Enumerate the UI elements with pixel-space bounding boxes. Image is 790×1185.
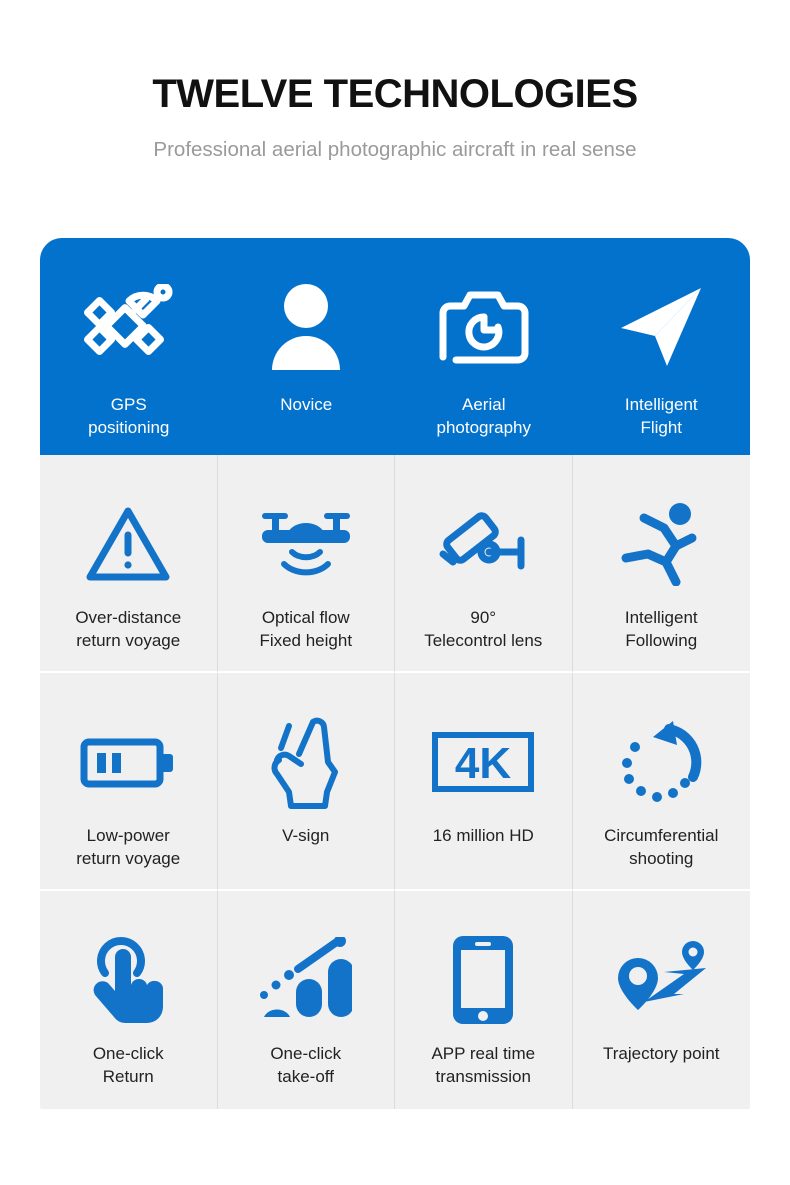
person-novice-icon	[266, 278, 346, 376]
feature-cell-novice[interactable]: Novice	[218, 238, 396, 455]
paper-plane-icon	[615, 278, 707, 376]
drone-optical-flow-icon	[258, 495, 354, 593]
svg-text:4K: 4K	[455, 739, 511, 788]
feature-label: GPS positioning	[88, 395, 170, 437]
feature-label: Intelligent Flight	[624, 395, 698, 437]
feature-cell-aerial-photography[interactable]: Aerial photography	[395, 238, 573, 455]
warning-triangle-icon	[85, 495, 171, 593]
feature-label: Novice	[280, 395, 333, 414]
feature-label: 90° Telecontrol lens	[424, 608, 543, 650]
feature-cell-intelligent-flight[interactable]: Intelligent Flight	[573, 238, 751, 455]
feature-label: Intelligent Following	[624, 608, 698, 650]
circular-dotted-arrow-icon	[617, 713, 705, 811]
feature-label: One-click Return	[92, 1044, 164, 1086]
feature-grid-header-row: GPS positioning Novice Aerial photograph…	[40, 238, 750, 455]
feature-label: APP real time transmission	[431, 1044, 536, 1086]
feature-grid-body: Over-distance return voyage Optical flow…	[40, 455, 750, 1109]
feature-cell-over-distance-return[interactable]: Over-distance return voyage	[40, 455, 218, 673]
running-person-icon	[618, 495, 704, 593]
feature-cell-one-click-take-off[interactable]: One-click take-off	[217, 891, 395, 1109]
feature-label: 16 million HD	[432, 826, 534, 845]
feature-label: One-click take-off	[270, 1044, 342, 1086]
feature-label: Optical flow Fixed height	[259, 608, 353, 650]
feature-label: Low-power return voyage	[76, 826, 181, 868]
tap-hand-icon	[85, 931, 171, 1029]
feature-label: V-sign	[282, 826, 330, 845]
camera-icon	[436, 278, 532, 376]
four-k-badge-icon: 4K	[431, 713, 535, 811]
feature-label: Over-distance return voyage	[75, 608, 182, 650]
feature-cell-v-sign[interactable]: V-sign	[217, 673, 395, 891]
feature-cell-one-click-return[interactable]: One-click Return	[40, 891, 218, 1109]
heading-block: TWELVE TECHNOLOGIES Professional aerial …	[0, 0, 790, 161]
page-subtitle: Professional aerial photographic aircraf…	[153, 138, 637, 161]
feature-cell-gps-positioning[interactable]: GPS positioning	[40, 238, 218, 455]
feature-cell-16-million-hd[interactable]: 4K 16 million HD	[395, 673, 573, 891]
feature-label: Trajectory point	[602, 1044, 720, 1063]
feature-label: Circumferential shooting	[604, 826, 719, 868]
feature-cell-app-real-time-transmission[interactable]: APP real time transmission	[395, 891, 573, 1109]
feature-poster: TWELVE TECHNOLOGIES Professional aerial …	[0, 0, 790, 1185]
smartphone-icon	[450, 931, 516, 1029]
feature-label: Aerial photography	[436, 395, 532, 437]
v-sign-hand-icon	[269, 713, 343, 811]
cctv-lens-icon	[433, 495, 533, 593]
feature-cell-intelligent-following[interactable]: Intelligent Following	[572, 455, 750, 673]
feature-cell-low-power-return[interactable]: Low-power return voyage	[40, 673, 218, 891]
ascending-bars-arrow-icon	[259, 931, 352, 1029]
feature-cell-telecontrol-lens[interactable]: 90° Telecontrol lens	[395, 455, 573, 673]
feature-cell-optical-flow-fixed-height[interactable]: Optical flow Fixed height	[217, 455, 395, 673]
page-title: TWELVE TECHNOLOGIES	[152, 72, 638, 116]
satellite-gps-icon	[83, 278, 175, 376]
feature-cell-trajectory-point[interactable]: Trajectory point	[572, 891, 750, 1109]
feature-grid-card: GPS positioning Novice Aerial photograph…	[40, 238, 750, 1126]
feature-cell-circumferential-shooting[interactable]: Circumferential shooting	[572, 673, 750, 891]
trajectory-pin-path-icon	[612, 931, 710, 1029]
battery-low-icon	[79, 713, 177, 811]
